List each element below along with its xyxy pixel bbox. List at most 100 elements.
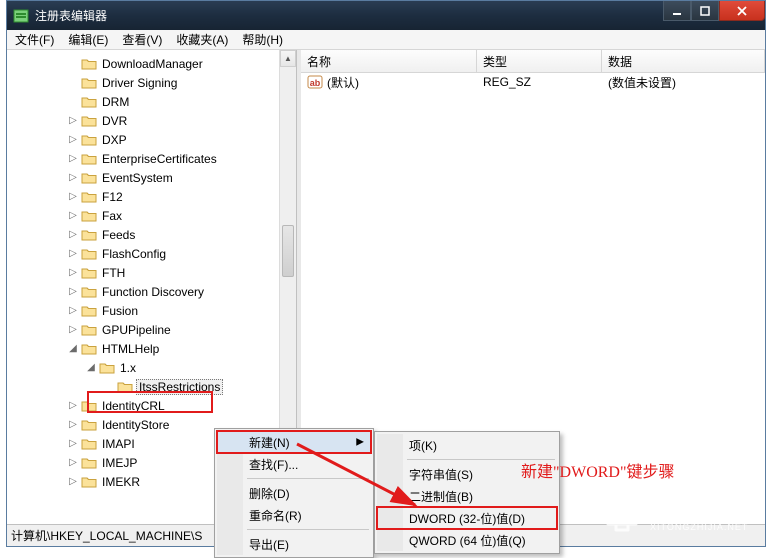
- ctx-new-key[interactable]: 项(K): [377, 434, 557, 456]
- tree-label: FlashConfig: [100, 247, 168, 261]
- tree-label: DXP: [100, 133, 129, 147]
- expand-icon[interactable]: ▷: [65, 248, 81, 259]
- tree-item[interactable]: ◢1.x: [11, 358, 296, 377]
- collapse-icon[interactable]: ◢: [83, 362, 99, 373]
- ctx-new-string[interactable]: 字符串值(S): [377, 463, 557, 485]
- ctx-sep2: [247, 529, 369, 530]
- col-type[interactable]: 类型: [477, 50, 602, 72]
- tree-item[interactable]: ▷Fusion: [11, 301, 296, 320]
- expand-icon[interactable]: ▷: [65, 267, 81, 278]
- window-buttons: [663, 1, 765, 21]
- folder-icon: [81, 323, 97, 337]
- folder-icon: [81, 437, 97, 451]
- folder-icon: [81, 57, 97, 71]
- ctx-export[interactable]: 导出(E): [217, 533, 371, 555]
- ctx-new[interactable]: 新建(N) ▶: [217, 431, 371, 453]
- col-data[interactable]: 数据: [602, 50, 765, 72]
- folder-icon: [81, 266, 97, 280]
- expand-icon[interactable]: ▷: [65, 476, 81, 487]
- string-value-icon: ab: [307, 74, 323, 90]
- folder-icon: [81, 76, 97, 90]
- ctx-new-qword[interactable]: QWORD (64 位)值(Q): [377, 529, 557, 551]
- tree-item[interactable]: ▷FTH: [11, 263, 296, 282]
- ctx-new-label: 新建(N): [249, 434, 290, 451]
- folder-icon: [81, 418, 97, 432]
- expand-icon[interactable]: ▷: [65, 438, 81, 449]
- expand-icon[interactable]: ▷: [65, 400, 81, 411]
- tree-item[interactable]: ▷ EnterpriseCertificates: [11, 149, 296, 168]
- ctx2-sep: [407, 459, 555, 460]
- tree-label: Function Discovery: [100, 285, 206, 299]
- tree-item[interactable]: ▷ DVR: [11, 111, 296, 130]
- tree-label: Fax: [100, 209, 124, 223]
- ctx-rename[interactable]: 重命名(R): [217, 504, 371, 526]
- row-type: REG_SZ: [477, 75, 602, 89]
- menu-file[interactable]: 文件(F): [15, 31, 54, 48]
- tree-label: DRM: [100, 95, 131, 109]
- expand-icon[interactable]: ▷: [65, 115, 81, 126]
- app-icon: [13, 8, 29, 24]
- maximize-button[interactable]: [691, 1, 719, 21]
- expand-icon[interactable]: ▷: [65, 457, 81, 468]
- watermark: 系统之家 XITONGZHIJIA.NET: [602, 494, 762, 541]
- tree-item[interactable]: ▷ FlashConfig: [11, 244, 296, 263]
- folder-icon: [81, 399, 97, 413]
- tree-item[interactable]: ▷ Feeds: [11, 225, 296, 244]
- expand-icon[interactable]: ▷: [65, 191, 81, 202]
- folder-icon: [81, 190, 97, 204]
- ctx-find[interactable]: 查找(F)...: [217, 453, 371, 475]
- expand-icon[interactable]: ▷: [65, 419, 81, 430]
- expand-icon[interactable]: ▷: [65, 324, 81, 335]
- minimize-button[interactable]: [663, 1, 691, 21]
- expand-icon[interactable]: ▷: [65, 134, 81, 145]
- tree-item[interactable]: ▷ Fax: [11, 206, 296, 225]
- ctx-new-dword[interactable]: DWORD (32-位)值(D): [377, 507, 557, 529]
- menu-help[interactable]: 帮助(H): [242, 31, 283, 48]
- folder-icon: [81, 456, 97, 470]
- tree-item[interactable]: ▷ DXP: [11, 130, 296, 149]
- tree-label: IMEKR: [100, 475, 142, 489]
- col-name[interactable]: 名称: [301, 50, 477, 72]
- folder-icon: [81, 285, 97, 299]
- collapse-icon[interactable]: ◢: [65, 343, 81, 354]
- tree-item[interactable]: ◢ HTMLHelp: [11, 339, 296, 358]
- tree-label: DownloadManager: [100, 57, 205, 71]
- tree-item[interactable]: ItssRestrictions: [11, 377, 296, 396]
- tree-label: EnterpriseCertificates: [100, 152, 219, 166]
- tree-label: DVR: [100, 114, 129, 128]
- menu-view[interactable]: 查看(V): [122, 31, 162, 48]
- tree-item[interactable]: Driver Signing: [11, 73, 296, 92]
- ctx-delete[interactable]: 删除(D): [217, 482, 371, 504]
- tree-label: HTMLHelp: [100, 342, 161, 356]
- menubar: 文件(F) 编辑(E) 查看(V) 收藏夹(A) 帮助(H): [7, 30, 765, 50]
- tree-item[interactable]: ▷IdentityCRL: [11, 396, 296, 415]
- tree-item[interactable]: ▷F12: [11, 187, 296, 206]
- folder-icon: [81, 114, 97, 128]
- tree-item[interactable]: ▷GPUPipeline: [11, 320, 296, 339]
- menu-favorites[interactable]: 收藏夹(A): [176, 31, 228, 48]
- watermark-url: XITONGZHIJIA.NET: [650, 522, 748, 532]
- scroll-up-icon[interactable]: ▲: [280, 50, 296, 67]
- tree-item[interactable]: ▷EventSystem: [11, 168, 296, 187]
- tree-item[interactable]: DRM: [11, 92, 296, 111]
- expand-icon[interactable]: ▷: [65, 172, 81, 183]
- tree-label: Feeds: [100, 228, 137, 242]
- svg-text:ab: ab: [310, 78, 321, 88]
- expand-icon[interactable]: ▷: [65, 286, 81, 297]
- expand-icon[interactable]: ▷: [65, 229, 81, 240]
- expand-icon[interactable]: ▷: [65, 210, 81, 221]
- close-button[interactable]: [719, 1, 765, 21]
- scroll-thumb[interactable]: [282, 225, 294, 277]
- folder-icon: [81, 475, 97, 489]
- ctx-new-binary[interactable]: 二进制值(B): [377, 485, 557, 507]
- tree-item[interactable]: DownloadManager: [11, 54, 296, 73]
- tree-item[interactable]: ▷ Function Discovery: [11, 282, 296, 301]
- status-path: 计算机\HKEY_LOCAL_MACHINE\S: [11, 527, 202, 544]
- expand-icon[interactable]: ▷: [65, 153, 81, 164]
- menu-edit[interactable]: 编辑(E): [68, 31, 108, 48]
- folder-icon: [99, 361, 115, 375]
- row-data: (数值未设置): [602, 74, 765, 91]
- expand-icon[interactable]: ▷: [65, 305, 81, 316]
- context-menu-edit: 新建(N) ▶ 查找(F)... 删除(D) 重命名(R) 导出(E): [214, 428, 374, 558]
- list-row[interactable]: ab (默认) REG_SZ (数值未设置): [301, 73, 765, 91]
